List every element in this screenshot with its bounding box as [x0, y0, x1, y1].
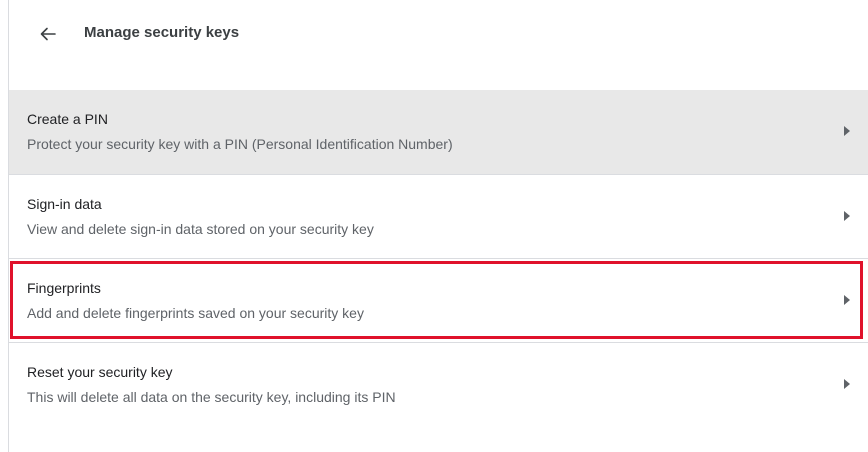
row-subtitle: Protect your security key with a PIN (Pe…: [27, 136, 453, 152]
row-title: Sign-in data: [27, 196, 102, 212]
reset-security-key-row[interactable]: Reset your security key This will delete…: [9, 342, 868, 426]
row-title: Fingerprints: [27, 280, 101, 296]
caret-right-icon: [842, 293, 852, 307]
caret-right-icon: [842, 377, 852, 391]
row-subtitle: Add and delete fingerprints saved on you…: [27, 305, 364, 321]
fingerprints-row[interactable]: Fingerprints Add and delete fingerprints…: [9, 258, 868, 342]
back-button[interactable]: [36, 22, 60, 46]
page-header: Manage security keys: [8, 0, 868, 74]
row-title: Reset your security key: [27, 364, 173, 380]
row-subtitle: View and delete sign-in data stored on y…: [27, 221, 374, 237]
row-subtitle: This will delete all data on the securit…: [27, 389, 396, 405]
row-title: Create a PIN: [27, 111, 108, 127]
caret-right-icon: [842, 209, 852, 223]
manage-security-keys-page: Manage security keys Create a PIN Protec…: [0, 0, 868, 452]
arrow-left-icon: [40, 27, 56, 41]
sign-in-data-row[interactable]: Sign-in data View and delete sign-in dat…: [9, 174, 868, 258]
caret-right-icon: [842, 124, 852, 138]
page-title: Manage security keys: [84, 24, 240, 41]
create-pin-row[interactable]: Create a PIN Protect your security key w…: [9, 90, 868, 174]
security-keys-options-list: Create a PIN Protect your security key w…: [9, 90, 868, 426]
